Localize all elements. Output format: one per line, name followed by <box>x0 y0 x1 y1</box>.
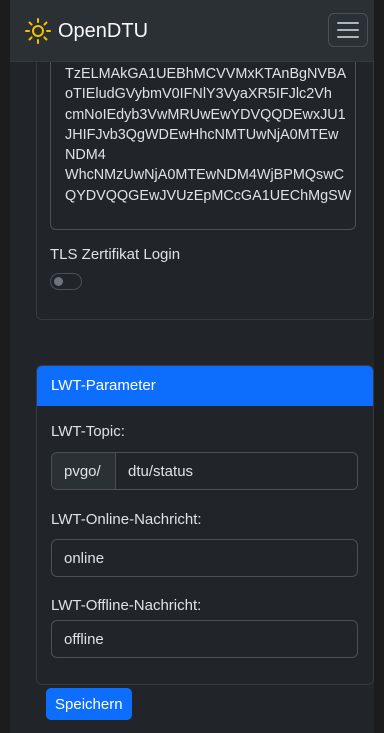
lwt-topic-input-group: pvgo/ dtu/status <box>51 452 358 490</box>
hamburger-menu-icon[interactable] <box>328 13 368 47</box>
certificate-line: cmNoIEdyb3VwMRUwEwYDVQQDEwxJU1 <box>65 106 346 123</box>
lwt-offline-label: LWT-Offline-Nachricht: <box>51 597 202 614</box>
lwt-online-input[interactable]: online <box>51 539 358 577</box>
switch-knob <box>54 277 63 286</box>
certificate-line: NDM4 <box>65 147 106 164</box>
right-frame <box>374 0 384 733</box>
sun-icon <box>24 17 52 45</box>
lwt-topic-prefix: pvgo/ <box>52 453 116 489</box>
lwt-online-label: LWT-Online-Nachricht: <box>51 511 202 528</box>
lwt-topic-label: LWT-Topic: <box>51 423 125 440</box>
brand-title[interactable]: OpenDTU <box>58 20 148 43</box>
certificate-line: JHIFJvb3QgWDEwHhcNMTUwNjA0MTEw <box>65 126 339 143</box>
navbar-brand[interactable]: OpenDTU <box>24 16 148 46</box>
page: OpenDTU TzELMAkGA1UEBhMCVVMxKTAnBgNVBA o… <box>10 0 374 733</box>
tls-certificate-login-label: TLS Zertifikat Login <box>50 246 181 263</box>
lwt-card-header: LWT-Parameter <box>37 366 373 406</box>
root-ca-certificate-textarea[interactable]: TzELMAkGA1UEBhMCVVMxKTAnBgNVBA oTIEludGV… <box>50 62 356 230</box>
certificate-line: oTIEludGVybmV0IFNlY3VyaXR5IFJlc2Vh <box>65 86 332 103</box>
lwt-parameter-card: LWT-Parameter LWT-Topic: pvgo/ dtu/statu… <box>36 365 374 685</box>
certificate-line: WhcNMzUwNjA0MTEwNDM4WjBPMQswC <box>65 167 345 184</box>
navbar: OpenDTU <box>10 0 374 62</box>
mqtt-tls-card: TzELMAkGA1UEBhMCVVMxKTAnBgNVBA oTIEludGV… <box>36 62 374 320</box>
lwt-offline-input[interactable]: offline <box>51 620 358 658</box>
save-button[interactable]: Speichern <box>46 688 132 720</box>
certificate-line: TzELMAkGA1UEBhMCVVMxKTAnBgNVBA <box>65 66 347 82</box>
certificate-line: QYDVQQGEwJVUzEpMCcGA1UEChMgSW <box>65 187 352 204</box>
left-frame <box>0 0 10 733</box>
lwt-topic-input[interactable]: dtu/status <box>116 453 357 489</box>
tls-certificate-login-switch[interactable] <box>50 273 82 290</box>
